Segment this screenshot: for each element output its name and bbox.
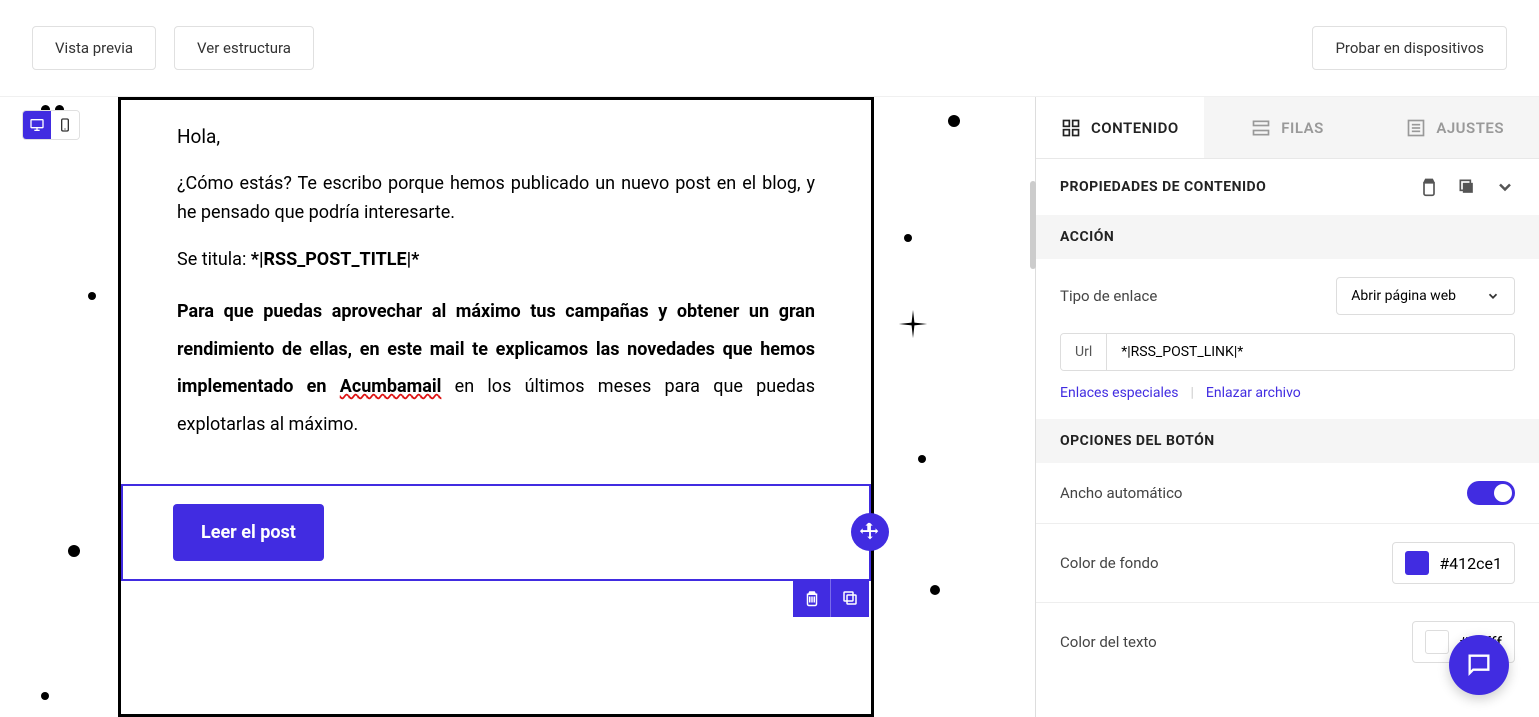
bg-color-label: Color de fondo xyxy=(1060,554,1159,572)
bg-color-value: #412ce1 xyxy=(1439,554,1502,573)
decorative-dot xyxy=(918,455,926,463)
action-section-label: ACCIÓN xyxy=(1036,215,1539,259)
preview-button[interactable]: Vista previa xyxy=(32,26,156,70)
duplicate-block-button[interactable] xyxy=(831,579,869,617)
properties-sidebar: CONTENIDO FILAS AJUSTES PROPIEDADES DE C… xyxy=(1035,97,1539,717)
panel-header-actions xyxy=(1419,177,1515,197)
url-label: Url xyxy=(1061,334,1107,370)
duplicate-icon[interactable] xyxy=(1457,177,1477,197)
tab-rows[interactable]: FILAS xyxy=(1204,97,1372,158)
chat-fab[interactable] xyxy=(1449,635,1509,695)
move-icon xyxy=(859,521,881,543)
decorative-dot xyxy=(930,585,940,595)
link-divider: | xyxy=(1191,385,1194,401)
intro-text: ¿Cómo estás? Te escribo porque hemos pub… xyxy=(177,170,815,228)
scrollbar-indicator[interactable] xyxy=(1030,181,1036,269)
mobile-view-button[interactable] xyxy=(51,111,79,139)
main-area: Hola, ¿Cómo estás? Te escribo porque hem… xyxy=(0,97,1539,717)
button-block-selected[interactable]: Leer el post xyxy=(121,484,871,581)
trash-icon xyxy=(803,589,821,607)
special-links-link[interactable]: Enlaces especiales xyxy=(1060,385,1179,401)
top-toolbar: Vista previa Ver estructura Probar en di… xyxy=(0,0,1539,97)
text-color-swatch xyxy=(1425,630,1449,654)
move-handle[interactable] xyxy=(851,513,889,551)
link-type-value: Abrir página web xyxy=(1351,288,1456,304)
panel-header: PROPIEDADES DE CONTENIDO xyxy=(1036,159,1539,215)
decorative-dot xyxy=(904,234,912,242)
title-prefix: Se titula: xyxy=(177,249,251,270)
trash-icon[interactable] xyxy=(1419,177,1439,197)
decorative-star xyxy=(896,307,930,341)
panel-title: PROPIEDADES DE CONTENIDO xyxy=(1060,179,1266,195)
auto-width-toggle[interactable] xyxy=(1467,481,1515,505)
tab-settings[interactable]: AJUSTES xyxy=(1371,97,1539,158)
email-frame: Hola, ¿Cómo estás? Te escribo porque hem… xyxy=(118,97,874,717)
bold-paragraph: Para que puedas aprovechar al máximo tus… xyxy=(177,293,815,444)
decorative-dot xyxy=(68,545,80,557)
block-actions xyxy=(793,579,869,617)
settings-list-icon xyxy=(1406,118,1426,138)
button-options-section-label: OPCIONES DEL BOTÓN xyxy=(1036,419,1539,463)
toolbar-left: Vista previa Ver estructura xyxy=(32,26,314,70)
decorative-dot xyxy=(41,692,49,700)
acumbamail-link: Acumbamail xyxy=(340,376,442,397)
email-content: Hola, ¿Cómo estás? Te escribo porque hem… xyxy=(121,100,871,484)
url-input[interactable] xyxy=(1107,334,1514,370)
bg-color-row: Color de fondo #412ce1 xyxy=(1036,524,1539,602)
structure-button[interactable]: Ver estructura xyxy=(174,26,314,70)
grid-icon xyxy=(1061,118,1081,138)
decorative-dot xyxy=(88,292,96,300)
delete-block-button[interactable] xyxy=(793,579,831,617)
bg-color-swatch xyxy=(1405,551,1429,575)
mobile-icon xyxy=(57,117,73,133)
link-type-row: Tipo de enlace Abrir página web xyxy=(1036,259,1539,333)
bg-color-picker[interactable]: #412ce1 xyxy=(1392,542,1515,584)
test-devices-button[interactable]: Probar en dispositivos xyxy=(1312,26,1507,70)
rows-icon xyxy=(1251,118,1271,138)
url-field: Url xyxy=(1060,333,1515,371)
auto-width-label: Ancho automático xyxy=(1060,484,1182,502)
title-line: Se titula: *|RSS_POST_TITLE|* xyxy=(177,246,815,275)
text-color-label: Color del texto xyxy=(1060,633,1157,651)
tab-content-label: CONTENIDO xyxy=(1091,119,1179,137)
desktop-view-button[interactable] xyxy=(23,111,51,139)
link-type-label: Tipo de enlace xyxy=(1060,287,1157,305)
tab-rows-label: FILAS xyxy=(1281,119,1323,137)
canvas-area: Hola, ¿Cómo estás? Te escribo porque hem… xyxy=(0,97,1035,717)
sidebar-tabs: CONTENIDO FILAS AJUSTES xyxy=(1036,97,1539,159)
greeting-text: Hola, xyxy=(177,122,815,152)
rss-title-placeholder: *|RSS_POST_TITLE|* xyxy=(251,249,420,270)
auto-width-row: Ancho automático xyxy=(1036,463,1539,523)
device-toggle xyxy=(22,110,80,140)
read-post-button[interactable]: Leer el post xyxy=(173,504,324,561)
decorative-dot xyxy=(948,115,960,127)
link-type-select[interactable]: Abrir página web xyxy=(1336,277,1515,315)
helper-links: Enlaces especiales | Enlazar archivo xyxy=(1036,385,1539,419)
tab-content[interactable]: CONTENIDO xyxy=(1036,97,1204,158)
chevron-down-icon xyxy=(1486,289,1500,303)
desktop-icon xyxy=(29,117,45,133)
tab-settings-label: AJUSTES xyxy=(1436,119,1504,137)
copy-icon xyxy=(841,589,859,607)
link-file-link[interactable]: Enlazar archivo xyxy=(1206,385,1301,401)
chevron-down-icon[interactable] xyxy=(1495,177,1515,197)
chat-icon xyxy=(1465,651,1493,679)
